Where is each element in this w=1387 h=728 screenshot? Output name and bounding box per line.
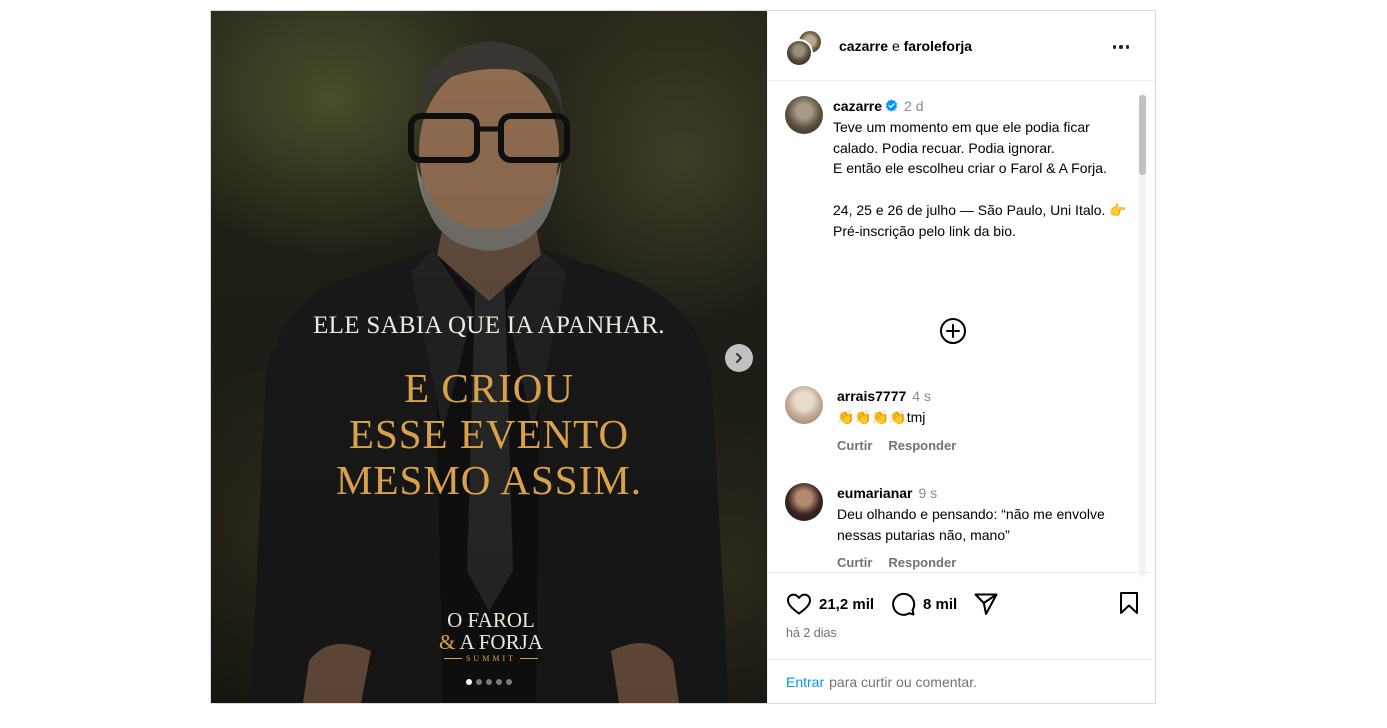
caption-username[interactable]: cazarre [833,98,882,114]
comment-username[interactable]: arrais7777 [837,388,906,404]
save-button[interactable] [1118,591,1140,620]
share-icon [974,593,998,615]
post-media: ELE SABIA QUE IA APANHAR. E CRIOU ESSE E… [211,11,767,703]
carousel-dot [466,679,472,685]
media-overlay [211,11,767,703]
comment-button[interactable]: 8 mil [890,591,957,617]
logo-line-1: O FAROL [447,608,535,632]
scrollbar-thumb[interactable] [1139,95,1146,175]
header-conjunction: e [891,38,900,54]
event-logo: O FAROL & A FORJA SUMMIT [421,609,561,663]
login-prompt: Entrar para curtir ou comentar. [768,659,1156,704]
load-more-comments-button[interactable] [939,317,967,345]
carousel-next-button[interactable] [725,344,753,372]
carousel-dot [486,679,492,685]
header-user-1[interactable]: cazarre [839,38,888,54]
logo-summit: SUMMIT [421,654,561,663]
carousel-dots [211,679,767,685]
comment-text: 👏👏👏👏tmj [837,408,926,425]
comment-time: 4 s [912,388,931,404]
comment-like-button[interactable]: Curtir [837,436,872,457]
post-actions: 21,2 mil 8 mil há 2 dias Entrar para cur… [768,572,1156,703]
header-user-2[interactable]: faroleforja [904,38,972,54]
header-usernames: cazarre e faroleforja [839,38,972,54]
post-side-panel: cazarre e faroleforja cazarre 2 d Teve um… [767,11,1156,703]
verified-badge-icon [885,99,898,112]
bookmark-icon [1120,592,1138,614]
like-button[interactable]: 21,2 mil [786,592,874,616]
comments-section[interactable]: cazarre 2 d Teve um momento em que ele po… [768,82,1156,571]
comment-text: Deu olhando e pensando: “não me envolve … [837,505,1105,543]
chevron-right-icon [736,353,742,363]
comment-count[interactable]: 8 mil [923,596,957,613]
plus-circle-icon [940,318,966,344]
avatar-cazarre[interactable] [785,39,813,67]
logo-ampersand: & [439,630,456,654]
comments-scrollbar[interactable] [1139,93,1146,577]
comment-reply-button[interactable]: Responder [888,436,956,457]
avatar[interactable] [785,483,823,521]
collab-avatars[interactable] [785,29,825,67]
carousel-dot [506,679,512,685]
logo-line-2-text: A FORJA [459,630,543,654]
heart-icon [787,593,811,615]
comment-username[interactable]: eumarianar [837,485,912,501]
login-prompt-text: para curtir ou comentar. [829,674,977,690]
headline-small: ELE SABIA QUE IA APANHAR. [313,312,665,339]
carousel-dot [476,679,482,685]
comment-like-button[interactable]: Curtir [837,553,872,571]
headline-large: E CRIOU ESSE EVENTO MESMO ASSIM. [211,365,767,503]
more-horizontal-icon [1112,45,1117,49]
caption-time: 2 d [904,98,924,114]
comment-icon [892,592,916,616]
logo-line-2: & A FORJA [421,631,561,653]
headline-line-2: ESSE EVENTO [348,411,630,457]
post-date[interactable]: há 2 dias [786,626,837,640]
like-count[interactable]: 21,2 mil [819,596,874,613]
avatar[interactable] [785,386,823,424]
comment-reply-button[interactable]: Responder [888,553,956,571]
comment-time: 9 s [918,485,938,501]
instagram-post: ELE SABIA QUE IA APANHAR. E CRIOU ESSE E… [210,10,1156,704]
post-header: cazarre e faroleforja [768,11,1155,81]
caption-text: Teve um momento em que ele podia ficar c… [833,118,1127,239]
avatar[interactable] [785,96,823,134]
share-button[interactable] [973,591,999,617]
headline-line-1: E CRIOU [404,365,574,411]
carousel-dot [496,679,502,685]
login-link[interactable]: Entrar [786,674,824,690]
more-options-button[interactable] [1109,37,1133,57]
headline-line-3: MESMO ASSIM. [336,457,642,503]
